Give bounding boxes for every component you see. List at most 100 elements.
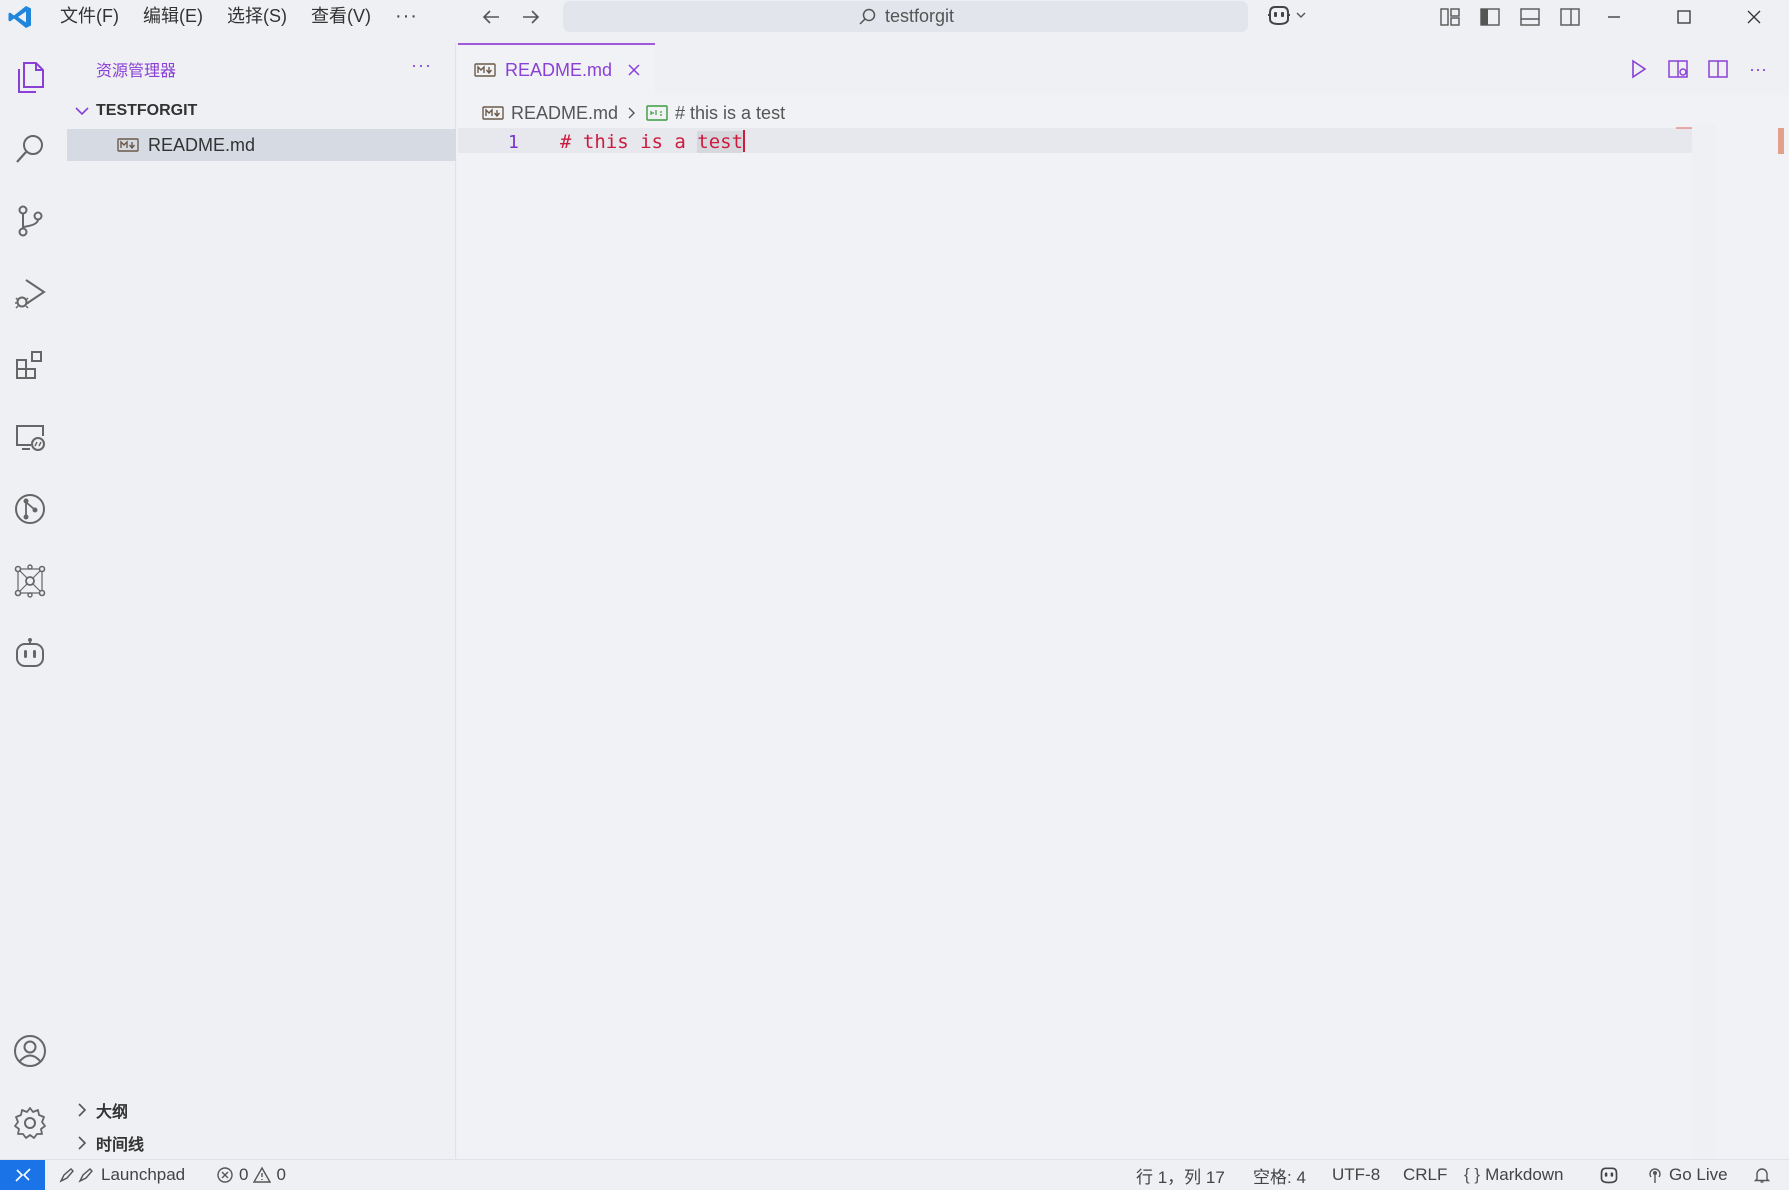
extensions-icon[interactable] bbox=[8, 343, 52, 387]
search-icon bbox=[857, 7, 877, 27]
code-line[interactable]: # this is a test bbox=[560, 130, 746, 153]
go-live-label: Go Live bbox=[1669, 1165, 1728, 1184]
remote-indicator[interactable] bbox=[0, 1160, 45, 1190]
editor-more-button[interactable]: ··· bbox=[1745, 56, 1771, 82]
toggle-panel-icon[interactable] bbox=[1517, 4, 1543, 30]
error-icon bbox=[216, 1166, 234, 1184]
line-number: 1 bbox=[508, 132, 519, 153]
broadcast-icon bbox=[1646, 1166, 1664, 1184]
file-row-readme[interactable]: README.md bbox=[67, 129, 456, 161]
folder-name: TESTFORGIT bbox=[96, 102, 198, 119]
source-control-icon[interactable] bbox=[8, 199, 52, 243]
notifications-bell-icon[interactable] bbox=[1753, 1160, 1771, 1190]
markdown-file-icon bbox=[474, 63, 496, 77]
close-icon[interactable] bbox=[626, 62, 642, 78]
menu-more-button[interactable]: ··· bbox=[383, 5, 430, 28]
explorer-icon[interactable] bbox=[8, 55, 52, 99]
remote-icon bbox=[13, 1165, 33, 1185]
explorer-sidebar: 资源管理器 ··· TESTFORGIT README.md 大纲 时间线 bbox=[67, 43, 456, 1159]
navigation-arrows bbox=[478, 4, 544, 30]
copilot-icon bbox=[1598, 1165, 1620, 1185]
toggle-primary-sidebar-icon[interactable] bbox=[1477, 4, 1503, 30]
menu-file[interactable]: 文件(F) bbox=[48, 0, 131, 33]
warning-count: 0 bbox=[276, 1165, 286, 1184]
title-bar: 文件(F) 编辑(E) 选择(S) 查看(V) ··· testforgit bbox=[0, 0, 1789, 33]
settings-gear-icon[interactable] bbox=[8, 1101, 52, 1145]
menu-edit[interactable]: 编辑(E) bbox=[131, 0, 215, 33]
timeline-section[interactable]: 时间线 bbox=[67, 1128, 456, 1158]
outline-section[interactable]: 大纲 bbox=[67, 1095, 456, 1125]
breadcrumb-file[interactable]: README.md bbox=[511, 103, 618, 124]
menu-view[interactable]: 查看(V) bbox=[299, 0, 383, 33]
editor-actions: ··· bbox=[1625, 56, 1771, 82]
copilot-menu-button[interactable] bbox=[1266, 3, 1308, 27]
minimize-icon[interactable] bbox=[1579, 0, 1649, 33]
copilot-status[interactable] bbox=[1598, 1160, 1620, 1190]
back-arrow-icon[interactable] bbox=[478, 4, 504, 30]
scroll-gutter[interactable] bbox=[1692, 125, 1716, 1159]
language-mode[interactable]: { } Markdown bbox=[1464, 1160, 1564, 1190]
tab-label: README.md bbox=[505, 59, 613, 80]
open-preview-icon[interactable] bbox=[1665, 56, 1691, 82]
markdown-file-icon bbox=[482, 106, 504, 120]
window-controls bbox=[1579, 0, 1789, 33]
code-text: # this is a bbox=[560, 131, 698, 153]
chevron-right-icon bbox=[73, 1134, 91, 1152]
error-count: 0 bbox=[239, 1165, 249, 1184]
activity-bar bbox=[0, 43, 60, 1159]
problems-item[interactable]: 0 0 bbox=[216, 1160, 286, 1190]
maximize-icon[interactable] bbox=[1649, 0, 1719, 33]
command-center-search[interactable]: testforgit bbox=[563, 1, 1248, 32]
go-live-item[interactable]: Go Live bbox=[1646, 1160, 1728, 1190]
file-name: README.md bbox=[148, 134, 256, 155]
split-editor-icon[interactable] bbox=[1705, 56, 1731, 82]
status-bar: Launchpad 0 0 行 1，列 17 空格: 4 UTF-8 CRLF … bbox=[0, 1159, 1789, 1190]
braces-icon: { } bbox=[1464, 1165, 1481, 1184]
menu-selection[interactable]: 选择(S) bbox=[215, 0, 299, 33]
sidebar-more-button[interactable]: ··· bbox=[411, 55, 432, 76]
folder-row-testforgit[interactable]: TESTFORGIT bbox=[67, 98, 456, 124]
editor-area[interactable]: README.md # this is a test 1 # this is a… bbox=[458, 95, 1789, 1159]
remote-explorer-icon[interactable] bbox=[8, 415, 52, 459]
outline-label: 大纲 bbox=[96, 1104, 129, 1121]
encoding[interactable]: UTF-8 bbox=[1332, 1160, 1380, 1190]
timeline-label: 时间线 bbox=[96, 1137, 145, 1154]
chevron-right-icon bbox=[73, 1101, 91, 1119]
overview-ruler-mark bbox=[1778, 128, 1784, 154]
editor-tab-bar: README.md ··· bbox=[458, 43, 1789, 95]
cursor-position[interactable]: 行 1，列 17 bbox=[1136, 1160, 1225, 1190]
vscode-logo-icon bbox=[7, 4, 33, 30]
search-view-icon[interactable] bbox=[8, 127, 52, 171]
word-highlight: test bbox=[697, 131, 744, 153]
sidebar-title: 资源管理器 bbox=[96, 63, 177, 80]
indentation[interactable]: 空格: 4 bbox=[1253, 1160, 1306, 1190]
markdown-file-icon bbox=[117, 138, 139, 152]
line-ending[interactable]: CRLF bbox=[1403, 1160, 1447, 1190]
minimap[interactable] bbox=[1676, 127, 1692, 129]
chevron-right-icon bbox=[625, 106, 639, 120]
text-cursor bbox=[743, 130, 746, 152]
language-label: Markdown bbox=[1485, 1165, 1564, 1184]
copilot-icon bbox=[1266, 3, 1292, 27]
network-graph-icon[interactable] bbox=[8, 559, 52, 603]
git-graph-icon[interactable] bbox=[8, 487, 52, 531]
warning-icon bbox=[253, 1166, 272, 1184]
forward-arrow-icon[interactable] bbox=[518, 4, 544, 30]
run-icon[interactable] bbox=[1625, 56, 1651, 82]
rocket-icon bbox=[58, 1166, 96, 1184]
run-and-debug-icon[interactable] bbox=[8, 271, 52, 315]
copilot-chat-icon[interactable] bbox=[8, 631, 52, 675]
breadcrumb-symbol[interactable]: # this is a test bbox=[675, 103, 785, 124]
tab-readme[interactable]: README.md bbox=[458, 43, 655, 95]
launchpad-item[interactable]: Launchpad bbox=[58, 1160, 185, 1190]
customize-layout-icon[interactable] bbox=[1437, 4, 1463, 30]
close-window-icon[interactable] bbox=[1719, 0, 1789, 33]
layout-controls bbox=[1437, 4, 1583, 30]
chevron-down-icon bbox=[73, 102, 91, 120]
menu-bar: 文件(F) 编辑(E) 选择(S) 查看(V) ··· bbox=[48, 0, 430, 33]
chevron-down-icon bbox=[1294, 8, 1308, 22]
breadcrumb: README.md # this is a test bbox=[482, 101, 785, 125]
string-symbol-icon bbox=[646, 105, 668, 121]
accounts-icon[interactable] bbox=[8, 1029, 52, 1073]
command-center-label: testforgit bbox=[884, 6, 955, 26]
